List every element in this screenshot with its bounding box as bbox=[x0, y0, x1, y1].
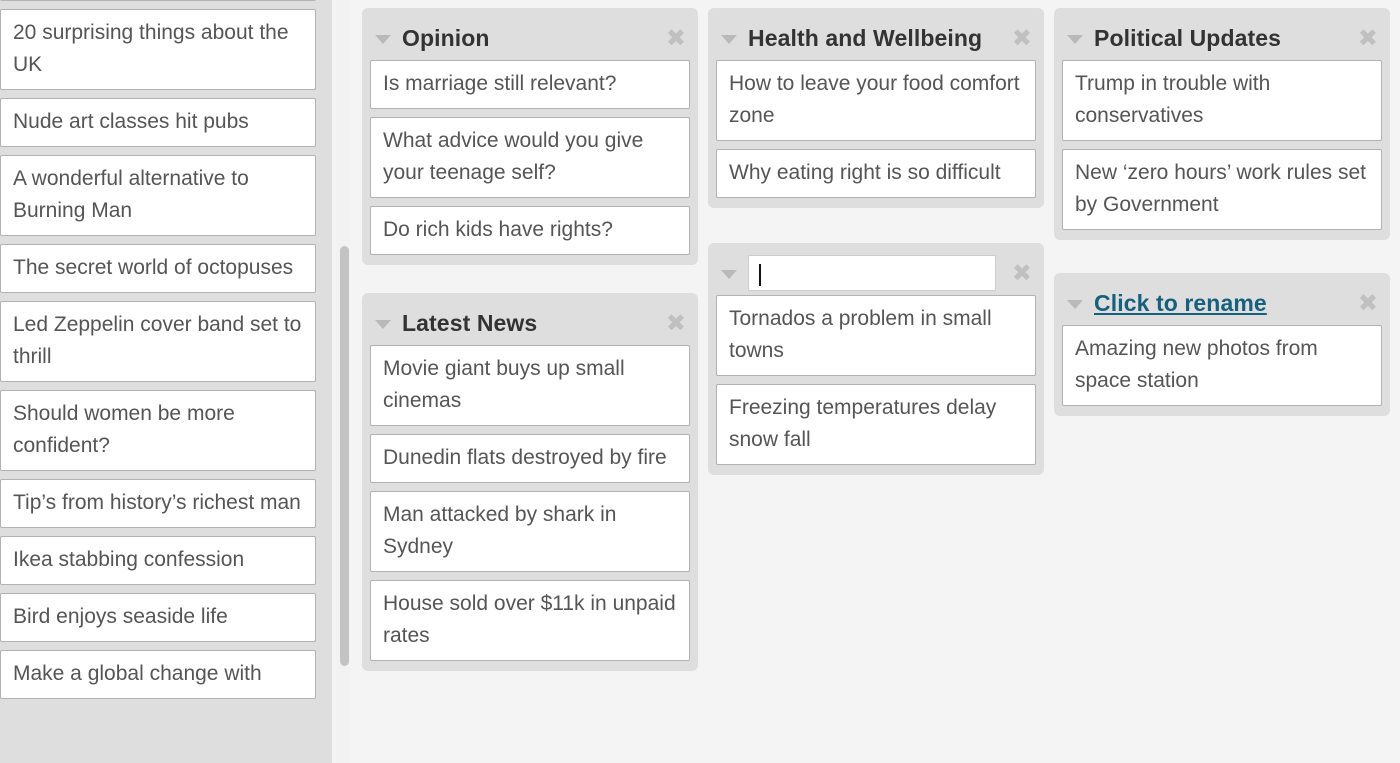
card-list-left: humans 20 surprising things about the UK… bbox=[0, 0, 324, 699]
column-latest-news: Latest News ✖ Movie giant buys up small … bbox=[362, 293, 698, 671]
card[interactable]: House sold over $11k in unpaid rates bbox=[370, 580, 690, 661]
column-header-latest-news: Latest News ✖ bbox=[370, 301, 690, 345]
card[interactable]: Freezing temperatures delay snow fall bbox=[716, 384, 1036, 465]
caret-down-icon[interactable] bbox=[1066, 29, 1084, 47]
column-rename-link[interactable]: Click to rename bbox=[1094, 291, 1267, 315]
column-header-opinion: Opinion ✖ bbox=[370, 16, 690, 60]
column-health-and-wellbeing: Health and Wellbeing ✖ How to leave your… bbox=[708, 8, 1044, 208]
card[interactable]: Why eating right is so difficult bbox=[716, 149, 1036, 198]
card[interactable]: What advice would you give your teenage … bbox=[370, 117, 690, 198]
card-list-latest-news: Movie giant buys up small cinemas Dunedi… bbox=[370, 345, 690, 661]
column-header-political-updates: Political Updates ✖ bbox=[1062, 16, 1382, 60]
card-list-opinion: Is marriage still relevant? What advice … bbox=[370, 60, 690, 255]
close-icon[interactable]: ✖ bbox=[1012, 26, 1032, 50]
column-header-click-to-rename: Click to rename ✖ bbox=[1062, 281, 1382, 325]
card[interactable]: Is marriage still relevant? bbox=[370, 60, 690, 109]
card[interactable]: Bird enjoys seaside life bbox=[0, 593, 316, 642]
card[interactable]: Nude art classes hit pubs bbox=[0, 98, 316, 147]
card[interactable]: New ‘zero hours’ work rules set by Gover… bbox=[1062, 149, 1382, 230]
caret-down-icon[interactable] bbox=[374, 29, 392, 47]
card-list-health-and-wellbeing: How to leave your food comfort zone Why … bbox=[716, 60, 1036, 198]
column-title[interactable]: Health and Wellbeing bbox=[748, 26, 982, 50]
text-cursor bbox=[759, 264, 761, 286]
card[interactable]: Led Zeppelin cover band set to thrill bbox=[0, 301, 316, 382]
close-icon[interactable]: ✖ bbox=[666, 311, 686, 335]
caret-down-icon[interactable] bbox=[720, 29, 738, 47]
card[interactable]: Make a global change with bbox=[0, 650, 316, 699]
caret-down-icon[interactable] bbox=[1066, 294, 1084, 312]
card[interactable]: Dunedin flats destroyed by fire bbox=[370, 434, 690, 483]
kanban-board: humans 20 surprising things about the UK… bbox=[0, 0, 1400, 763]
close-icon[interactable]: ✖ bbox=[1358, 291, 1378, 315]
column-click-to-rename: Click to rename ✖ Amazing new photos fro… bbox=[1054, 273, 1390, 416]
column-title[interactable]: Opinion bbox=[402, 26, 490, 50]
card[interactable]: 20 surprising things about the UK bbox=[0, 9, 316, 90]
scrollbar-thumb-left[interactable] bbox=[340, 246, 349, 666]
card[interactable]: A wonderful alternative to Burning Man bbox=[0, 155, 316, 236]
card[interactable]: Tornados a problem in small towns bbox=[716, 295, 1036, 376]
card-list-click-to-rename: Amazing new photos from space station bbox=[1062, 325, 1382, 406]
card[interactable]: Tip’s from history’s richest man bbox=[0, 479, 316, 528]
close-icon[interactable]: ✖ bbox=[666, 26, 686, 50]
card-list-political-updates: Trump in trouble with conservatives New … bbox=[1062, 60, 1382, 230]
card[interactable]: Trump in trouble with conservatives bbox=[1062, 60, 1382, 141]
column-title[interactable]: Latest News bbox=[402, 311, 537, 335]
close-icon[interactable]: ✖ bbox=[1012, 261, 1032, 285]
caret-down-icon[interactable] bbox=[720, 264, 738, 282]
card[interactable]: Amazing new photos from space station bbox=[1062, 325, 1382, 406]
column-left: humans 20 surprising things about the UK… bbox=[0, 0, 332, 763]
card[interactable]: Man attacked by shark in Sydney bbox=[370, 491, 690, 572]
card[interactable]: The secret world of octopuses bbox=[0, 244, 316, 293]
close-icon[interactable]: ✖ bbox=[1358, 26, 1378, 50]
caret-down-icon[interactable] bbox=[374, 314, 392, 332]
card[interactable]: Should women be more confident? bbox=[0, 390, 316, 471]
card[interactable]: How to leave your food comfort zone bbox=[716, 60, 1036, 141]
card[interactable]: humans bbox=[0, 0, 316, 1]
column-untitled-editing: ✖ Tornados a problem in small towns Free… bbox=[708, 243, 1044, 475]
card[interactable]: Do rich kids have rights? bbox=[370, 206, 690, 255]
card[interactable]: Movie giant buys up small cinemas bbox=[370, 345, 690, 426]
column-title[interactable]: Political Updates bbox=[1094, 26, 1281, 50]
column-header-untitled: ✖ bbox=[716, 251, 1036, 295]
card[interactable]: Ikea stabbing confession bbox=[0, 536, 316, 585]
column-political-updates: Political Updates ✖ Trump in trouble wit… bbox=[1054, 8, 1390, 240]
column-header-health-and-wellbeing: Health and Wellbeing ✖ bbox=[716, 16, 1036, 60]
card-list-untitled: Tornados a problem in small towns Freezi… bbox=[716, 295, 1036, 465]
column-opinion: Opinion ✖ Is marriage still relevant? Wh… bbox=[362, 8, 698, 265]
column-title-input[interactable] bbox=[748, 255, 996, 291]
